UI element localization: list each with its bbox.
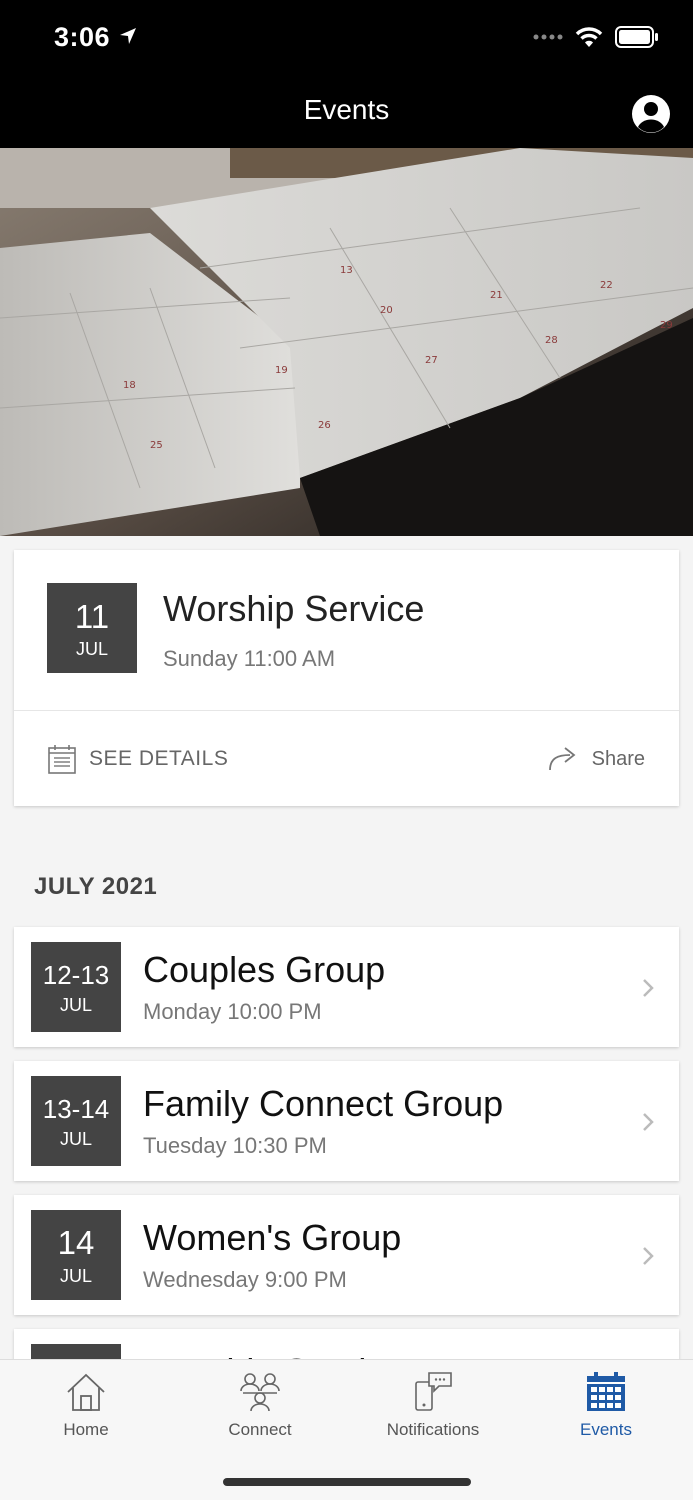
location-arrow-icon bbox=[120, 28, 136, 44]
notifications-icon bbox=[415, 1372, 452, 1411]
calendar-book-image: 13 20 27 21 28 22 29 19 26 18 25 bbox=[0, 148, 693, 536]
badge-day: 11 bbox=[74, 598, 110, 635]
tab-label: Notifications bbox=[386, 1420, 480, 1439]
event-title: Couples Group bbox=[143, 949, 386, 990]
page-title: Events bbox=[303, 94, 390, 125]
svg-text:26: 26 bbox=[318, 420, 331, 431]
see-details-label: SEE DETAILS bbox=[89, 747, 229, 770]
tab-label: Events bbox=[580, 1420, 632, 1439]
tab-home[interactable]: Home bbox=[16, 1370, 156, 1440]
status-icons bbox=[533, 26, 659, 48]
signal-icon bbox=[533, 34, 563, 40]
svg-text:18: 18 bbox=[123, 380, 136, 391]
section-title: JULY 2021 bbox=[34, 873, 158, 900]
svg-text:21: 21 bbox=[490, 290, 503, 301]
calendar-icon bbox=[587, 1372, 625, 1411]
svg-text:27: 27 bbox=[425, 355, 438, 366]
svg-text:22: 22 bbox=[600, 280, 613, 291]
tab-connect[interactable]: Connect bbox=[190, 1370, 330, 1440]
hero-image: 13 20 27 21 28 22 29 19 26 18 25 bbox=[0, 148, 693, 536]
badge-month: JUL bbox=[59, 995, 92, 1015]
tab-notifications[interactable]: Notifications bbox=[363, 1370, 503, 1440]
event-title: Women's Group bbox=[143, 1217, 402, 1258]
date-badge: 13-14 JUL bbox=[31, 1076, 121, 1166]
profile-icon[interactable] bbox=[631, 94, 671, 134]
status-bar: 3:06 bbox=[0, 0, 693, 78]
date-badge: 12-13 JUL bbox=[31, 942, 121, 1032]
calendar-details-icon bbox=[48, 745, 76, 774]
svg-text:19: 19 bbox=[275, 365, 288, 376]
badge-day: 12-13 bbox=[42, 960, 110, 990]
badge-day: 13-14 bbox=[42, 1094, 110, 1124]
see-details-button[interactable]: SEE DETAILS bbox=[47, 743, 228, 775]
tab-label: Connect bbox=[228, 1420, 292, 1439]
list-item[interactable]: 12-13 JUL Couples Group Monday 10:00 PM bbox=[14, 927, 679, 1047]
event-time: Wednesday 9:00 PM bbox=[143, 1267, 347, 1292]
event-time: Monday 10:00 PM bbox=[143, 999, 322, 1024]
badge-month: JUL bbox=[75, 639, 108, 659]
battery-icon bbox=[615, 26, 658, 48]
home-indicator[interactable] bbox=[223, 1478, 471, 1486]
svg-text:28: 28 bbox=[545, 335, 558, 346]
list-item[interactable]: 14 JUL Women's Group Wednesday 9:00 PM bbox=[14, 1195, 679, 1315]
svg-text:13: 13 bbox=[340, 265, 353, 276]
svg-text:29: 29 bbox=[660, 320, 673, 331]
date-badge: 14 JUL bbox=[31, 1210, 121, 1300]
share-button[interactable]: Share bbox=[548, 746, 645, 772]
tab-label: Home bbox=[63, 1420, 109, 1439]
event-time: Tuesday 10:30 PM bbox=[143, 1133, 327, 1158]
chevron-right-icon bbox=[643, 979, 654, 997]
event-title: Family Connect Group bbox=[143, 1083, 504, 1124]
home-icon bbox=[67, 1373, 105, 1411]
share-label: Share bbox=[591, 747, 645, 770]
svg-text:25: 25 bbox=[150, 440, 163, 451]
chevron-right-icon bbox=[643, 1113, 654, 1131]
list-item[interactable]: 13-14 JUL Family Connect Group Tuesday 1… bbox=[14, 1061, 679, 1181]
badge-day: 14 bbox=[57, 1224, 95, 1261]
featured-event-card[interactable]: 11 JUL Worship Service Sunday 11:00 AM S… bbox=[14, 550, 679, 806]
badge-month: JUL bbox=[59, 1129, 92, 1149]
svg-text:20: 20 bbox=[380, 305, 393, 316]
date-badge: 11 JUL bbox=[47, 583, 137, 673]
tab-events[interactable]: Events bbox=[536, 1370, 676, 1440]
share-icon bbox=[548, 747, 576, 771]
divider bbox=[14, 710, 679, 711]
event-time: Sunday 11:00 AM bbox=[163, 646, 336, 671]
wifi-icon bbox=[575, 27, 603, 47]
chevron-right-icon bbox=[643, 1247, 654, 1265]
people-icon bbox=[240, 1373, 280, 1412]
badge-month: JUL bbox=[59, 1266, 92, 1286]
event-title: Worship Service bbox=[163, 588, 425, 629]
status-time: 3:06 bbox=[54, 22, 111, 52]
app-header: Events bbox=[0, 78, 693, 148]
